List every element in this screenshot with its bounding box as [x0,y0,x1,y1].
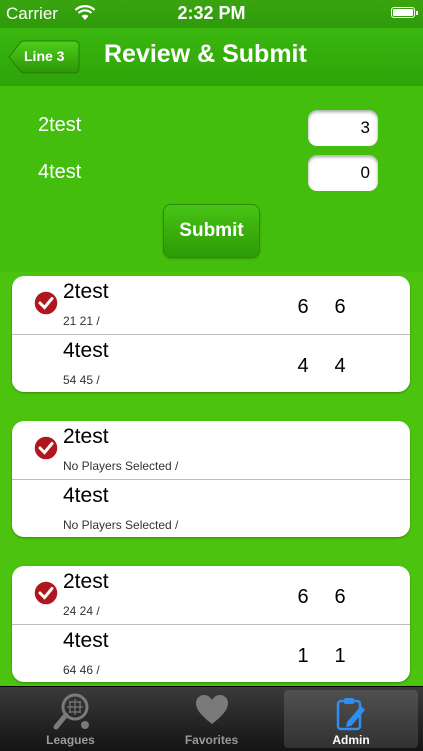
tab-label: Leagues [46,733,95,747]
match-row[interactable]: 4test 54 45 / 4 4 [12,334,410,392]
set-score: 6 [334,296,346,318]
match-group-2: 2test No Players Selected / 4test No Pla… [12,421,410,537]
match-row[interactable]: 4test 64 46 / 1 1 [12,624,410,682]
player-name: 2test [63,570,109,593]
back-button-label: Line 3 [24,48,65,64]
set-score: 6 [334,586,346,608]
player-detail: No Players Selected / [63,518,179,532]
checkmark-icon [33,580,59,606]
heart-icon [195,695,228,724]
checkmark-icon [33,435,59,461]
set-score: 6 [297,586,309,608]
set-score: 6 [297,296,309,318]
player-label-2: 4test [38,161,82,183]
set-score: 1 [297,645,309,667]
player-name: 2test [63,425,109,448]
match-group-3: 2test 24 24 / 6 6 4test 64 46 / 1 1 [12,566,410,682]
player-detail: No Players Selected / [63,459,179,473]
tab-bar: Leagues Favorites Admin [0,686,423,751]
player-detail: 24 24 / [63,604,100,618]
checkmark-icon [33,290,59,316]
score-entry-form: 2test 4test Submit [0,86,423,272]
score-input-2[interactable] [308,155,378,191]
set-score: 1 [334,645,346,667]
status-bar: Carrier 2:32 PM [0,0,423,28]
player-name: 4test [63,339,109,362]
clock: 2:32 PM [177,3,246,23]
tab-label: Favorites [184,733,239,747]
player-name: 2test [63,280,109,303]
clipboard-edit-icon [336,698,365,731]
player-name: 4test [63,629,109,652]
tab-leagues[interactable]: Leagues [0,687,141,751]
match-row[interactable]: 2test 24 24 / 6 6 [12,566,410,624]
submit-button[interactable]: Submit [163,204,260,258]
page-title: Review & Submit [104,40,307,68]
player-detail: 64 46 / [63,663,100,677]
set-score: 4 [334,355,346,377]
back-button[interactable]: Line 3 [8,40,80,74]
match-row[interactable]: 4test No Players Selected / [12,479,410,537]
score-input-1[interactable] [308,110,378,146]
match-row[interactable]: 2test No Players Selected / [12,421,410,479]
set-score: 4 [297,355,309,377]
player-detail: 54 45 / [63,373,100,387]
tab-label: Admin [332,733,370,747]
tab-admin[interactable]: Admin [284,690,418,748]
navigation-bar: Line 3 Review & Submit [0,28,423,87]
player-label-1: 2test [38,114,82,136]
player-name: 4test [63,484,109,507]
battery-icon [391,7,418,18]
tennis-racket-icon [53,693,89,730]
match-group-1: 2test 21 21 / 6 6 4test 54 45 / 4 4 [12,276,410,392]
match-row[interactable]: 2test 21 21 / 6 6 [12,276,410,334]
tab-favorites[interactable]: Favorites [141,687,282,751]
player-detail: 21 21 / [63,314,100,328]
